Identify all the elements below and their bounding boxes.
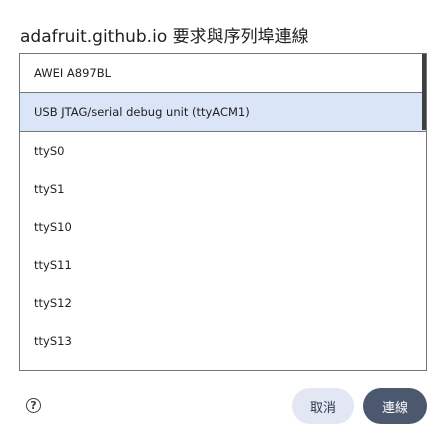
port-item[interactable]: ttyS10 [20,208,426,246]
list-scrollbar[interactable] [422,54,426,130]
dialog-title: adafruit.github.io 要求與序列埠連線 [20,27,309,47]
help-circle-icon[interactable]: ? [26,398,41,413]
port-item[interactable]: ttyS11 [20,246,426,284]
port-item[interactable]: ttyS1 [20,170,426,208]
port-label: ttyS12 [34,296,72,310]
connect-button[interactable]: 連線 [363,388,427,424]
cancel-button[interactable]: 取消 [292,388,354,424]
port-list[interactable]: AWEI A897BL USB JTAG/serial debug unit (… [19,53,427,371]
port-label: USB JTAG/serial debug unit (ttyACM1) [34,105,250,119]
port-item[interactable]: ttyS12 [20,284,426,322]
port-label: ttyS10 [34,220,72,234]
port-item[interactable]: ttyS0 [20,132,426,170]
port-label: ttyS11 [34,258,72,272]
port-label: ttyS0 [34,144,65,158]
port-label: ttyS1 [34,182,65,196]
port-item[interactable]: AWEI A897BL [20,54,426,92]
port-label: ttyS13 [34,334,72,348]
port-label: AWEI A897BL [34,66,112,80]
port-item[interactable]: ttyS13 [20,322,426,360]
port-item-selected[interactable]: USB JTAG/serial debug unit (ttyACM1) [20,93,426,131]
serial-port-dialog: adafruit.github.io 要求與序列埠連線 AWEI A897BL … [0,0,448,445]
